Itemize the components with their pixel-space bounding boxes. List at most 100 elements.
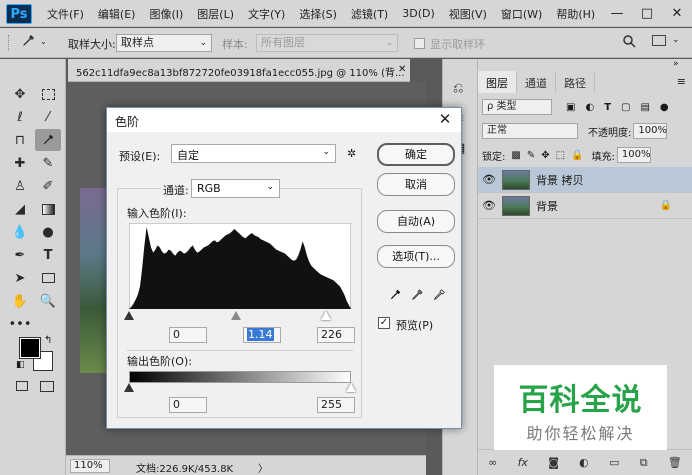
filter-toggle-icon[interactable]: ● — [660, 102, 669, 113]
magic-wand-tool-icon[interactable]: ⁄ — [35, 106, 61, 128]
opacity-field[interactable]: 100% — [633, 123, 668, 139]
lock-pixels-icon[interactable]: ✎ — [527, 150, 535, 161]
lock-artboard-icon[interactable]: ⬚ — [556, 150, 565, 161]
gradient-tool-icon[interactable] — [35, 198, 61, 220]
move-tool-icon[interactable]: ✥ — [7, 83, 33, 105]
menu-edit[interactable]: 编辑(E) — [91, 6, 143, 22]
pen-tool-icon[interactable]: ✒ — [7, 244, 33, 266]
channel-select[interactable]: RGB ⌄ — [191, 179, 280, 198]
menu-layer[interactable]: 图层(L) — [190, 6, 241, 22]
eyedropper-tool-icon[interactable] — [35, 129, 61, 151]
layer-row[interactable]: 👁 背景 拷贝 — [478, 167, 692, 193]
eye-icon[interactable]: 👁 — [478, 173, 500, 186]
output-black-field[interactable]: 0 — [169, 397, 207, 413]
filter-pixel-icon[interactable]: ▣ — [566, 102, 575, 113]
dodge-tool-icon[interactable]: ● — [35, 221, 61, 243]
new-layer-icon[interactable]: ⧉ — [640, 456, 648, 470]
zoom-tool-icon[interactable]: 🔍 — [35, 290, 61, 312]
rectangle-tool-icon[interactable] — [35, 267, 61, 289]
white-point-eyedropper-icon[interactable] — [432, 288, 446, 306]
layer-row[interactable]: 👁 背景 🔒 — [478, 193, 692, 219]
link-icon[interactable]: ∞ — [488, 456, 497, 469]
tab-close-icon[interactable]: ✕ — [398, 64, 406, 75]
tab-layers[interactable]: 图层 — [478, 71, 517, 93]
tab-paths[interactable]: 路径 — [556, 71, 595, 93]
maximize-button[interactable]: □ — [632, 6, 662, 21]
output-white-field[interactable]: 255 — [317, 397, 355, 413]
lock-all-icon[interactable]: 🔒 — [571, 150, 583, 161]
history-panel-icon[interactable]: ⎌ — [453, 81, 463, 96]
zoom-level[interactable]: 110% — [70, 459, 110, 473]
gray-point-eyedropper-icon[interactable] — [410, 288, 424, 306]
menu-file[interactable]: 文件(F) — [40, 6, 91, 22]
menu-select[interactable]: 选择(S) — [292, 6, 344, 22]
auto-button[interactable]: 自动(A) — [377, 210, 455, 233]
trash-icon[interactable]: 🗑 — [668, 456, 682, 469]
blend-mode-select[interactable]: 正常 — [482, 123, 578, 139]
menu-help[interactable]: 帮助(H) — [549, 6, 602, 22]
path-selection-tool-icon[interactable]: ➤ — [7, 267, 33, 289]
output-black-slider[interactable] — [124, 383, 134, 392]
menu-image[interactable]: 图像(I) — [142, 6, 190, 22]
black-point-eyedropper-icon[interactable] — [388, 288, 402, 306]
layer-filter-select[interactable]: ρ 类型 — [482, 99, 552, 115]
menu-type[interactable]: 文字(Y) — [241, 6, 292, 22]
preview-checkbox[interactable]: ✓ — [378, 317, 390, 329]
output-white-slider[interactable] — [346, 383, 356, 392]
fill-field[interactable]: 100% — [616, 147, 651, 163]
panel-menu-icon[interactable]: ≡ — [671, 71, 692, 93]
menu-filter[interactable]: 滤镜(T) — [344, 6, 395, 22]
sample-select[interactable]: 所有图层 ⌄ — [256, 34, 398, 52]
filter-shape-icon[interactable]: ▢ — [621, 102, 630, 113]
preset-options-gear-icon[interactable]: ✲ — [347, 147, 356, 160]
workspace-icon[interactable] — [652, 35, 666, 46]
dialog-close-icon[interactable]: ✕ — [435, 110, 455, 128]
hand-tool-icon[interactable]: ✋ — [7, 290, 33, 312]
input-gamma-slider[interactable] — [231, 311, 242, 320]
chevron-down-icon[interactable]: ⌄ — [672, 35, 680, 45]
lock-transparent-icon[interactable]: ▩ — [511, 150, 520, 161]
menu-3d[interactable]: 3D(D) — [395, 7, 442, 20]
screen-mode-icon[interactable] — [40, 381, 54, 392]
fx-icon[interactable]: fx — [518, 456, 528, 469]
input-black-field[interactable]: 0 — [169, 327, 207, 343]
mask-icon[interactable]: ◙ — [548, 456, 559, 469]
minimize-button[interactable]: — — [602, 6, 632, 21]
menu-window[interactable]: 窗口(W) — [494, 6, 549, 22]
folder-icon[interactable]: ▭ — [609, 456, 619, 469]
input-gamma-field[interactable]: 1.14 — [243, 327, 281, 343]
chevron-down-icon[interactable]: ⌄ — [40, 37, 47, 46]
clone-stamp-tool-icon[interactable]: ♙ — [7, 175, 33, 197]
ok-button[interactable]: 确定 — [377, 143, 455, 166]
input-black-slider[interactable] — [124, 311, 134, 320]
foreground-color-swatch[interactable] — [19, 337, 41, 359]
input-white-field[interactable]: 226 — [317, 327, 355, 343]
tab-channels[interactable]: 通道 — [517, 71, 556, 93]
marquee-tool-icon[interactable] — [35, 83, 61, 105]
healing-brush-tool-icon[interactable]: ✚ — [7, 152, 33, 174]
default-colors-icon[interactable]: ◧ — [16, 360, 25, 370]
quick-mask-icon[interactable] — [16, 381, 28, 391]
more-tools-icon[interactable]: ••• — [7, 313, 33, 335]
brush-tool-icon[interactable]: ✎ — [35, 152, 61, 174]
eraser-tool-icon[interactable]: ◢ — [7, 198, 33, 220]
crop-tool-icon[interactable]: ⊓ — [7, 129, 33, 151]
blur-tool-icon[interactable]: 💧 — [7, 221, 33, 243]
adjustment-icon[interactable]: ◐ — [579, 456, 589, 469]
lasso-tool-icon[interactable]: ℓ — [7, 106, 33, 128]
eyedropper-icon[interactable] — [20, 33, 36, 53]
status-menu-arrow[interactable]: 〉 — [258, 460, 268, 475]
show-ring-checkbox[interactable] — [414, 38, 425, 49]
close-button[interactable]: ✕ — [662, 6, 692, 21]
document-tab[interactable]: 562c11dfa9ec8a13bf872720fe03918fa1ecc055… — [68, 59, 410, 82]
options-button[interactable]: 选项(T)... — [377, 245, 455, 268]
menu-view[interactable]: 视图(V) — [442, 6, 494, 22]
sample-size-select[interactable]: 取样点 ⌄ — [116, 34, 212, 52]
cancel-button[interactable]: 取消 — [377, 173, 455, 196]
filter-type-icon[interactable]: T — [604, 102, 611, 113]
swap-colors-icon[interactable]: ↰ — [44, 335, 52, 346]
preset-select[interactable]: 自定 ⌄ — [171, 144, 336, 163]
collapse-panel-icon[interactable]: » — [673, 59, 679, 69]
filter-adjust-icon[interactable]: ◐ — [585, 102, 594, 113]
lock-position-icon[interactable]: ✥ — [541, 150, 549, 161]
